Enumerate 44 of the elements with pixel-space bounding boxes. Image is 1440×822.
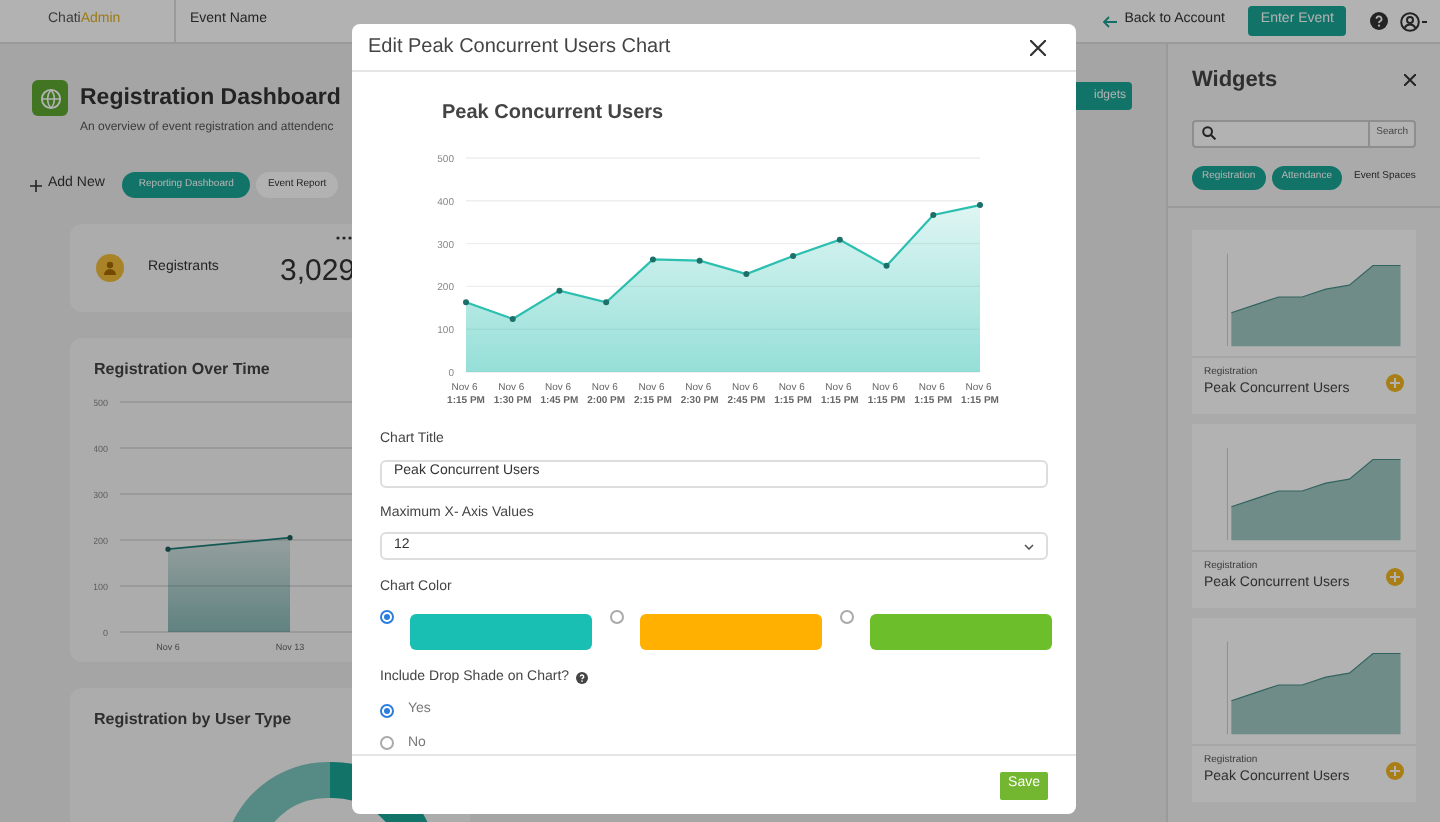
arrow-left-icon	[1102, 15, 1119, 27]
data-point	[287, 535, 293, 541]
chart-title: Peak Concurrent Users	[442, 100, 664, 129]
color-swatch[interactable]	[640, 613, 822, 650]
area-series	[167, 536, 291, 632]
color-swatch[interactable]	[870, 613, 1052, 650]
data-point	[696, 258, 703, 264]
data-point	[649, 256, 656, 263]
chevron-down-icon	[1024, 543, 1034, 550]
modal-title: Edit Peak Concurrent Users Chart	[368, 34, 671, 63]
add-icon[interactable]	[1386, 568, 1404, 586]
data-point	[790, 253, 797, 260]
card-title: Registration Over Time	[94, 358, 270, 382]
page-title: Registration Dashboard	[80, 84, 341, 114]
data-point	[930, 212, 937, 219]
data-point	[883, 263, 890, 270]
radio-button[interactable]	[840, 609, 854, 624]
stat-value: 3,029	[280, 252, 356, 292]
user-icon	[96, 254, 124, 282]
add-icon[interactable]	[1386, 762, 1404, 780]
globe-icon	[32, 80, 68, 116]
help-icon[interactable]	[575, 671, 588, 684]
data-point	[165, 546, 171, 552]
close-icon[interactable]	[1030, 39, 1046, 56]
data-point	[556, 287, 563, 294]
help-icon[interactable]	[1370, 12, 1388, 30]
card-title: Registration by User Type	[94, 708, 292, 732]
user-menu-icon[interactable]	[1400, 11, 1428, 31]
data-point	[836, 237, 843, 244]
add-icon[interactable]	[1386, 374, 1404, 392]
data-point	[603, 299, 610, 306]
close-icon[interactable]	[1404, 74, 1416, 87]
radio-button[interactable]	[380, 703, 394, 718]
data-point	[977, 202, 983, 209]
data-point	[463, 299, 469, 306]
radio-button[interactable]	[610, 609, 624, 624]
data-point	[509, 316, 516, 323]
radio-button[interactable]	[380, 609, 394, 624]
color-swatch[interactable]	[410, 613, 592, 650]
panel-title: Widgets	[1192, 66, 1278, 96]
data-point	[743, 271, 750, 278]
radio-button[interactable]	[380, 736, 394, 751]
plus-icon	[30, 179, 42, 191]
search-icon	[1202, 126, 1216, 140]
